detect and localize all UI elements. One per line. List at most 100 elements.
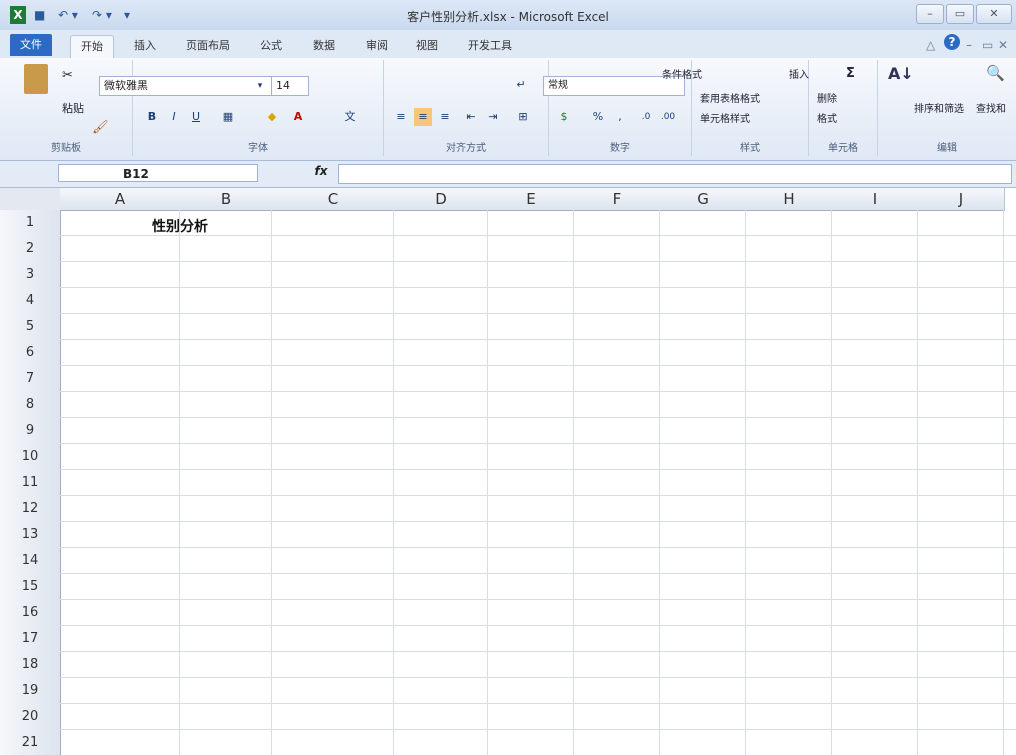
row-header[interactable]: 18 [0,652,61,679]
row-header[interactable]: 11 [0,470,61,497]
font-name-dropdown-icon[interactable]: ▾ [251,77,269,95]
autosum-button[interactable]: Σ [846,66,855,81]
delete-cells-button[interactable]: 删除 [817,90,837,105]
conditional-format-button[interactable]: 条件格式 [662,66,702,81]
comma-button[interactable]: , [611,108,629,126]
italic-button[interactable]: I [165,108,183,126]
format-cells-button[interactable]: 格式 [817,110,837,125]
border-icon[interactable]: ▦ [219,108,237,126]
row-header[interactable]: 2 [0,236,61,263]
percent-button[interactable]: % [589,108,607,126]
row-header[interactable]: 6 [0,340,61,367]
clipboard-group: 粘贴 ✂ 🖌 剪贴板 [0,60,133,156]
row-header[interactable]: 21 [0,730,61,755]
tab-file[interactable]: 文件 [10,34,52,56]
column-header[interactable]: H [746,188,833,211]
row-header[interactable]: 13 [0,522,61,549]
row-header[interactable]: 3 [0,262,61,289]
tab-view[interactable]: 视图 [406,35,448,57]
row-gridline [60,417,1016,418]
row-header[interactable]: 16 [0,600,61,627]
decrease-decimal-icon[interactable]: .00 [659,108,677,126]
minimize-button[interactable]: – [916,4,944,24]
merge-center-icon[interactable]: ⊞ [514,108,532,126]
row-header[interactable]: 19 [0,678,61,705]
align-left-icon[interactable]: ≡ [392,108,410,126]
decrease-indent-icon[interactable]: ⇤ [462,108,480,126]
tab-data[interactable]: 数据 [303,35,345,57]
row-header[interactable]: 14 [0,548,61,575]
align-center-icon[interactable]: ≡ [414,108,432,126]
formula-input[interactable] [338,164,1012,184]
wrap-text-icon[interactable]: ↵ [512,76,530,94]
cell-a1[interactable]: 性别分析 [152,216,208,236]
column-header[interactable]: E [488,188,575,211]
tab-page-layout[interactable]: 页面布局 [176,35,240,57]
insert-function-button[interactable]: fx [310,164,332,182]
insert-cells-button[interactable]: 插入 [789,66,809,81]
workbook-minimize-button[interactable]: – [966,36,972,54]
row-header[interactable]: 15 [0,574,61,601]
row-gridline [60,729,1016,730]
row-header[interactable]: 17 [0,626,61,653]
row-header[interactable]: 10 [0,444,61,471]
cut-icon[interactable]: ✂ [62,68,73,83]
font-group-label: 字体 [248,143,268,154]
increase-decimal-icon[interactable]: .0 [637,108,655,126]
tab-formulas[interactable]: 公式 [250,35,292,57]
format-as-table-button[interactable]: 套用表格格式 [700,90,760,105]
increase-indent-icon[interactable]: ⇥ [484,108,502,126]
help-icon[interactable]: ? [944,34,960,50]
column-header[interactable]: A [60,188,181,211]
column-header[interactable]: F [574,188,661,211]
restore-button[interactable]: ▭ [946,4,974,24]
font-color-icon[interactable]: A [289,108,307,126]
row-header[interactable]: 1 [0,210,61,237]
tab-review[interactable]: 审阅 [356,35,398,57]
row-header[interactable]: 9 [0,418,61,445]
row-header[interactable]: 5 [0,314,61,341]
column-header[interactable]: D [394,188,489,211]
select-all-button[interactable] [0,188,61,211]
ribbon-collapse-icon[interactable]: △ [926,36,935,54]
column-header[interactable]: I [832,188,919,211]
row-header[interactable]: 7 [0,366,61,393]
styles-group-label: 样式 [740,143,760,154]
row-header[interactable]: 8 [0,392,61,419]
tab-home[interactable]: 开始 [70,35,114,58]
row-gridline [60,391,1016,392]
cell-styles-button[interactable]: 单元格样式 [700,110,750,125]
format-painter-icon[interactable]: 🖌 [92,120,109,135]
bold-button[interactable]: B [143,108,161,126]
column-header[interactable]: G [660,188,747,211]
paste-icon [24,64,48,94]
phonetic-icon[interactable]: 文 [341,108,359,126]
workbook-close-button[interactable]: ✕ [998,36,1008,54]
row-gridline [60,261,1016,262]
sort-icon[interactable]: A↓ [888,64,914,83]
find-icon[interactable]: 🔍 [986,64,1005,82]
tab-insert[interactable]: 插入 [124,35,166,57]
name-box[interactable]: B12 [58,164,258,182]
paste-button[interactable]: 粘贴 [62,100,84,116]
font-size-select[interactable]: 14 [271,76,309,96]
column-gridline [917,210,918,755]
workbook-restore-button[interactable]: ▭ [982,36,993,54]
font-name-select[interactable]: 微软雅黑 [99,76,275,96]
underline-button[interactable]: U [187,108,205,126]
column-gridline [573,210,574,755]
column-header[interactable]: C [272,188,395,211]
fill-color-icon[interactable]: ◆ [263,108,281,126]
column-header[interactable]: J [918,188,1005,211]
align-right-icon[interactable]: ≡ [436,108,454,126]
row-header[interactable]: 12 [0,496,61,523]
find-select-button[interactable]: 查找和 [976,100,1006,115]
currency-format-icon[interactable]: $ [555,108,573,126]
close-button[interactable]: ✕ [976,4,1012,24]
column-header[interactable]: B [180,188,273,211]
row-header[interactable]: 20 [0,704,61,731]
sort-filter-button[interactable]: 排序和筛选 [914,100,964,115]
tab-developer[interactable]: 开发工具 [458,35,522,57]
ribbon-tabs: 文件 开始 插入 页面布局 公式 数据 审阅 视图 开发工具 △ ? – ▭ ✕ [0,30,1016,59]
row-header[interactable]: 4 [0,288,61,315]
